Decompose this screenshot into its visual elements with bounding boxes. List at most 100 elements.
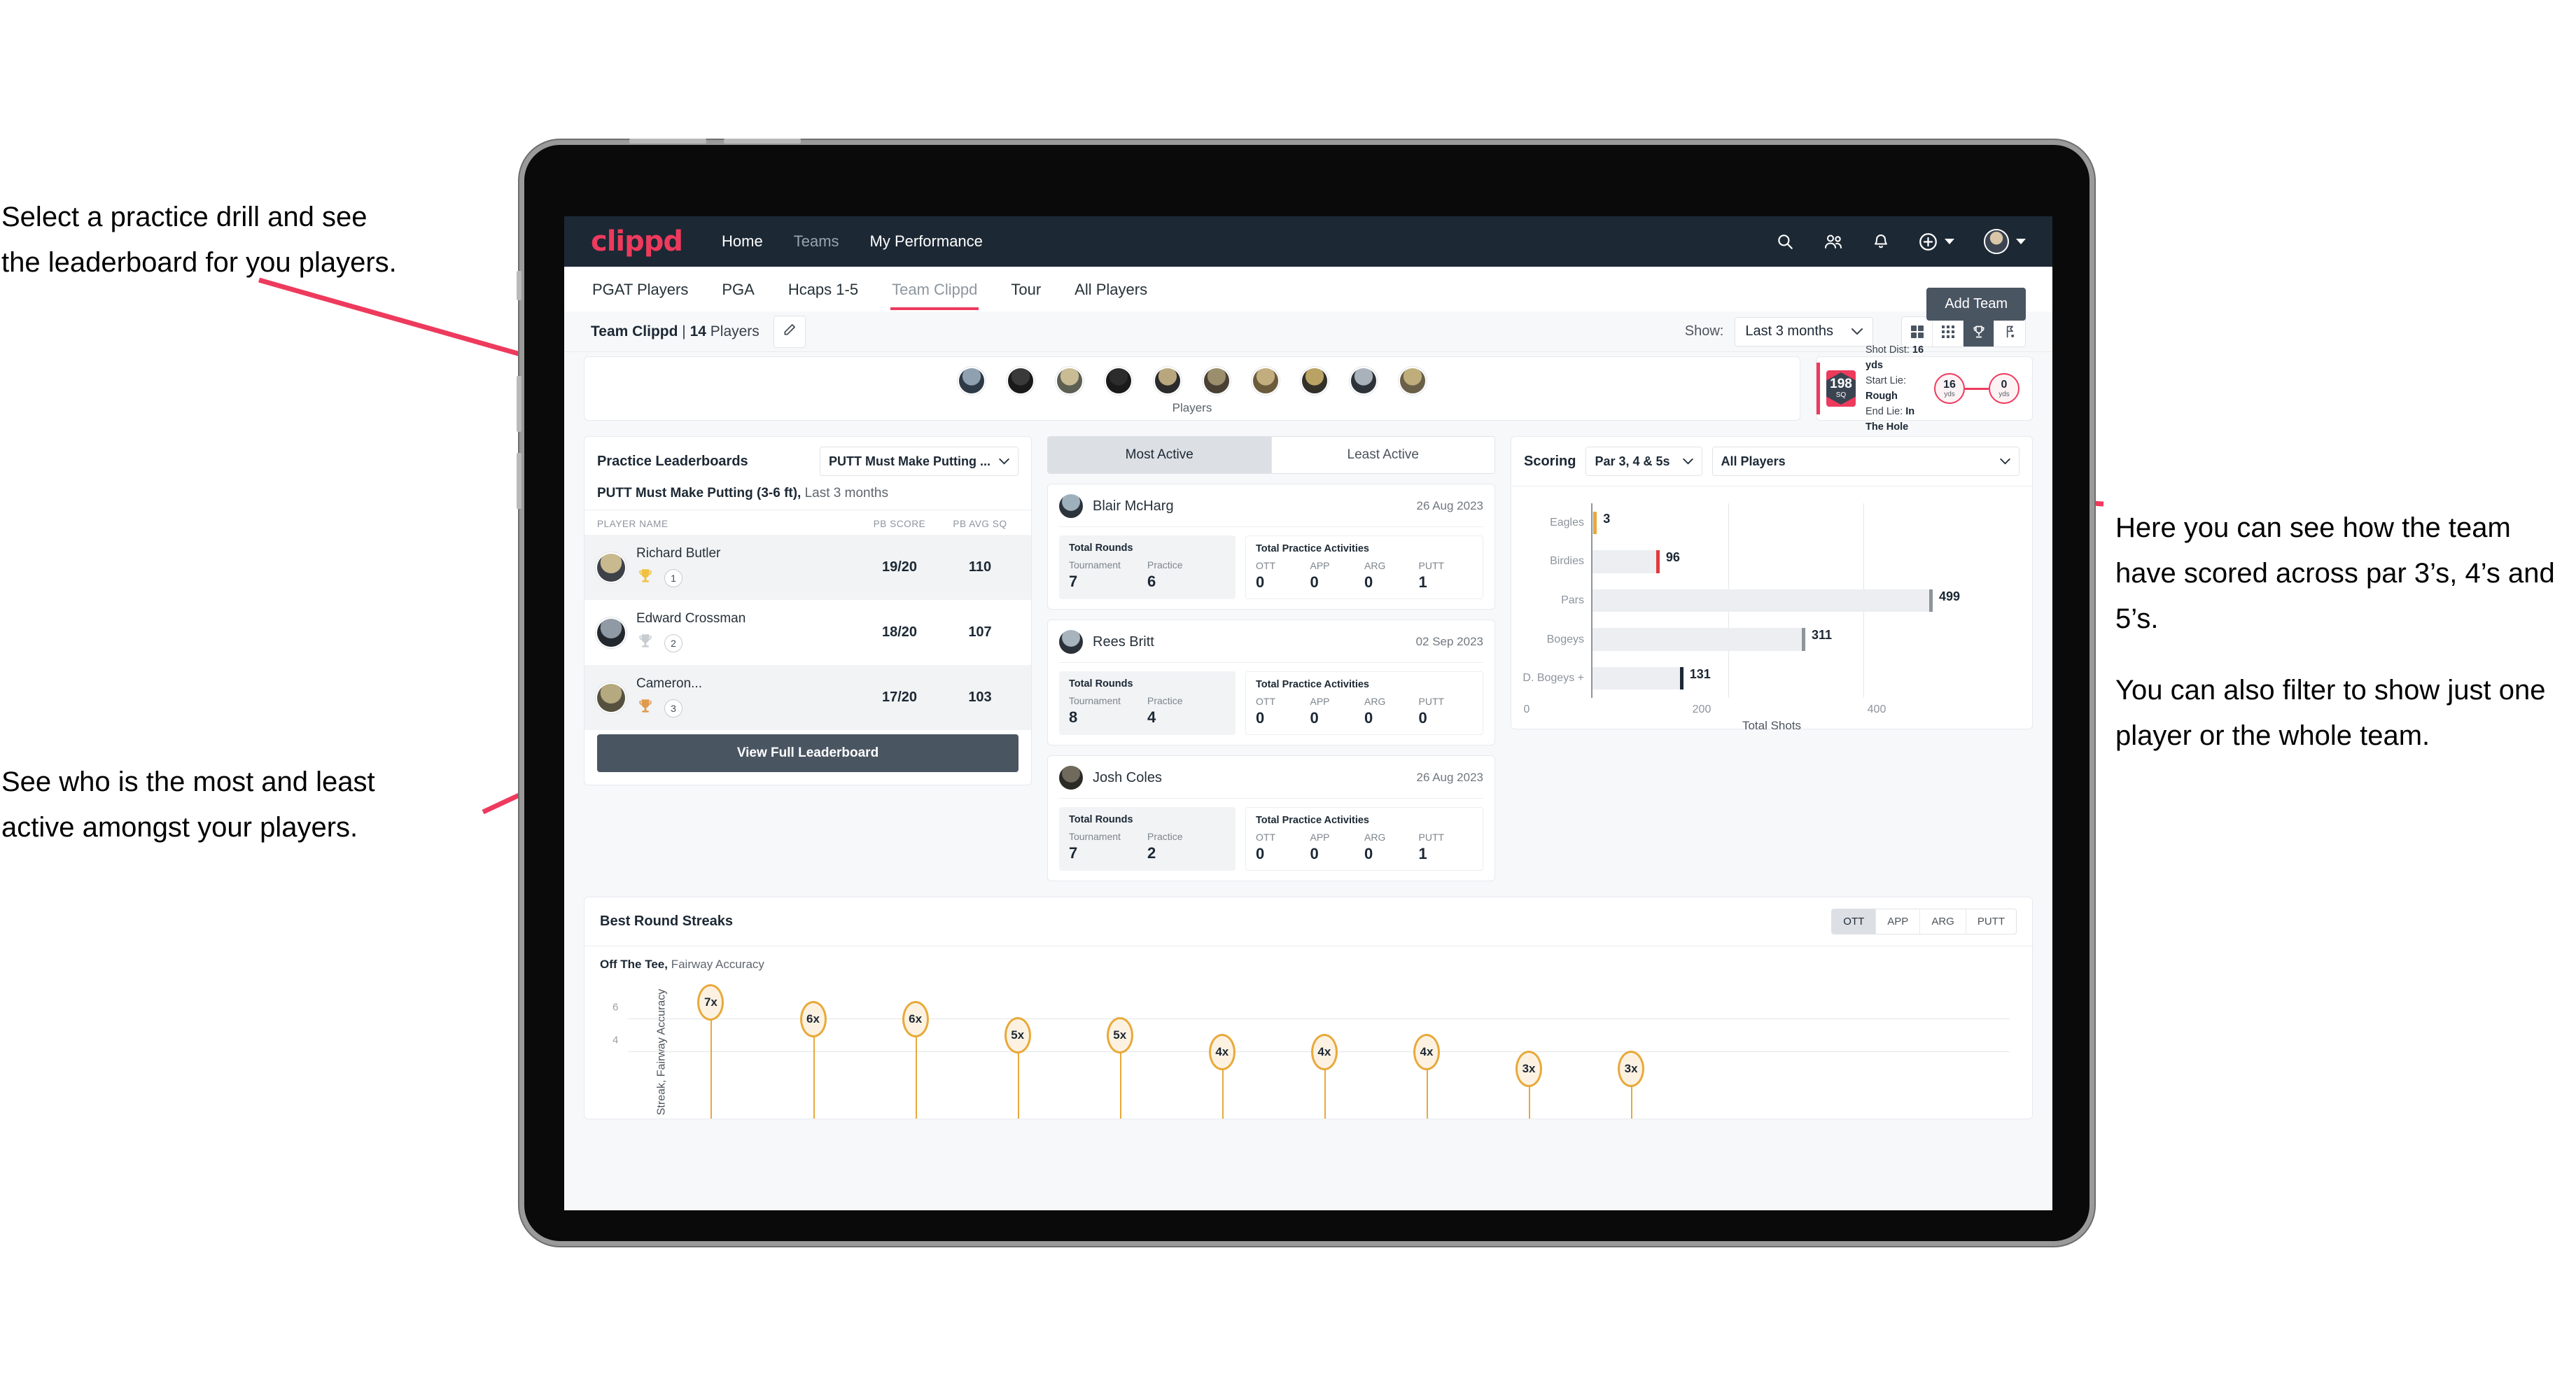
trophy-icon xyxy=(636,697,654,719)
leaderboard-row[interactable]: Edward Crossman 2 18/20 107 xyxy=(584,600,1031,665)
chevron-down-icon xyxy=(1945,239,1954,244)
leaderboard-row[interactable]: Richard Butler 1 19/20 110 xyxy=(584,535,1031,600)
par-filter-select[interactable]: Par 3, 4 & 5s xyxy=(1586,447,1702,476)
streaks-tab-putt[interactable]: PUTT xyxy=(1966,909,2016,934)
avatar[interactable] xyxy=(1984,229,2026,254)
bar-row: Pars 499 xyxy=(1561,581,1972,620)
activity-card[interactable]: Blair McHarg 26 Aug 2023 Total Rounds Tourn… xyxy=(1047,484,1495,610)
streaks-tab-ott[interactable]: OTT xyxy=(1832,909,1877,934)
tab-tour[interactable]: Tour xyxy=(1009,268,1042,310)
leaderboard-header: Practice Leaderboards PUTT Must Make Put… xyxy=(584,437,1031,486)
activity-date: 26 Aug 2023 xyxy=(1416,499,1483,512)
add-team-button[interactable]: Add Team xyxy=(1926,288,2026,321)
player-filter-value: All Players xyxy=(1721,454,1786,468)
leaderboard-player-cell: Richard Butler 1 xyxy=(636,546,858,589)
streak-marker[interactable]: 6x xyxy=(799,1000,827,1037)
practice-value-app: 0 xyxy=(1310,709,1319,727)
player-badges: 3 xyxy=(636,697,858,719)
column-pb-score: PB SCORE xyxy=(873,519,926,529)
view-full-leaderboard-button[interactable]: View Full Leaderboard xyxy=(597,734,1018,772)
player-avatar[interactable] xyxy=(1350,366,1378,395)
player-avatar[interactable] xyxy=(1203,366,1231,395)
player-avatar[interactable] xyxy=(1056,366,1084,395)
activity-card[interactable]: Rees Britt 02 Sep 2023 Total Rounds Tournam… xyxy=(1047,620,1495,746)
practice-value-putt: 1 xyxy=(1418,573,1427,591)
pb-avg-sq-value: 103 xyxy=(968,690,992,705)
tab-pgat-players[interactable]: PGAT Players xyxy=(591,268,690,310)
nav-link-my-performance[interactable]: My Performance xyxy=(870,232,983,251)
trophy-icon xyxy=(636,567,654,589)
bar-value-label: 131 xyxy=(1689,667,1711,682)
date-range-value: Last 3 months xyxy=(1745,323,1833,339)
show-filter-group: Show: Last 3 months xyxy=(1685,316,2026,347)
bar-row: Eagles 3 xyxy=(1550,503,1972,542)
nav-link-teams[interactable]: Teams xyxy=(794,232,839,251)
total-rounds-box: Total Rounds Tournament 7 Practice 6 xyxy=(1059,536,1236,599)
bar: 311 xyxy=(1592,628,1832,651)
rounds-value-tournament: 7 xyxy=(1069,844,1078,862)
clippd-logo[interactable]: clippd xyxy=(591,225,683,258)
streak-marker[interactable]: 4x xyxy=(1208,1034,1236,1070)
tab-team-clippd[interactable]: Team Clippd xyxy=(890,268,979,310)
view-mode-trophy[interactable] xyxy=(1963,316,1994,346)
tab-least-active[interactable]: Least Active xyxy=(1272,437,1495,473)
player-avatar[interactable] xyxy=(958,366,986,395)
nav-link-home[interactable]: Home xyxy=(722,232,763,251)
nav-icon-group xyxy=(1776,229,2026,254)
end-distance-marker: 0 yds xyxy=(1989,373,2019,404)
scoring-plot-area: Eagles 3 Birdies 96 Pars 499 Bogeys 311 D. Bogey… xyxy=(1522,503,1972,698)
plus-circle-icon[interactable] xyxy=(1919,232,1954,251)
bell-icon[interactable] xyxy=(1872,232,1889,251)
streak-marker[interactable]: 7x xyxy=(697,983,724,1021)
streak-marker[interactable]: 4x xyxy=(1413,1034,1440,1070)
tab-all-players[interactable]: All Players xyxy=(1073,268,1149,310)
player-avatar[interactable] xyxy=(1007,366,1035,395)
player-filter-select[interactable]: All Players xyxy=(1712,447,2019,476)
sq-value: 198 xyxy=(1830,377,1852,391)
tab-hcaps-1-5[interactable]: Hcaps 1-5 xyxy=(787,268,860,310)
tablet-device-frame: clippd Home Teams My Performance PGAT Pl… xyxy=(517,139,2094,1246)
search-icon[interactable] xyxy=(1776,232,1794,251)
activity-card[interactable]: Josh Coles 26 Aug 2023 Total Rounds Tournam… xyxy=(1047,755,1495,881)
leaderboard-drill-name: PUTT Must Make Putting (3-6 ft), xyxy=(597,486,802,500)
column-player-name: PLAYER NAME xyxy=(597,519,668,529)
tab-most-active[interactable]: Most Active xyxy=(1048,437,1272,473)
leaderboard-title: Practice Leaderboards xyxy=(597,453,748,469)
tab-pga[interactable]: PGA xyxy=(720,268,755,310)
practice-value-arg: 0 xyxy=(1364,709,1373,727)
player-avatar[interactable] xyxy=(1154,366,1182,395)
people-icon[interactable] xyxy=(1823,232,1843,251)
pencil-icon xyxy=(783,323,797,340)
rounds-value-practice: 2 xyxy=(1147,844,1156,862)
leaderboard-player-cell: Edward Crossman 2 xyxy=(636,611,858,654)
date-range-select[interactable]: Last 3 months xyxy=(1735,316,1873,346)
activity-card-header: Blair McHarg 26 Aug 2023 xyxy=(1059,494,1483,527)
total-rounds-title: Total Rounds xyxy=(1069,542,1133,554)
leaderboard-rows: Richard Butler 1 19/20 110 Edward Crossman 2 1… xyxy=(584,535,1031,730)
column-pb-avg-sq: PB AVG SQ xyxy=(953,519,1007,529)
team-name-label: Team Clippd | 14 Players xyxy=(591,323,760,340)
streaks-tab-app[interactable]: APP xyxy=(1876,909,1921,934)
activity-card-list: Blair McHarg 26 Aug 2023 Total Rounds Tourn… xyxy=(1047,484,1495,881)
streak-marker[interactable]: 3x xyxy=(1516,1050,1543,1087)
player-avatar[interactable] xyxy=(1252,366,1280,395)
player-avatar[interactable] xyxy=(1399,366,1427,395)
leaderboard-row[interactable]: Cameron... 3 17/20 103 xyxy=(584,665,1031,730)
player-avatar xyxy=(597,553,625,582)
total-rounds-title: Total Rounds xyxy=(1069,814,1133,825)
edit-team-button[interactable] xyxy=(773,315,806,348)
featured-shot-card[interactable]: 198 SQ Shot Dist: 16 yds Start Lie: Roug… xyxy=(1816,344,2033,433)
streak-marker[interactable]: 4x xyxy=(1310,1034,1338,1070)
view-mode-grid-9[interactable] xyxy=(1933,316,1963,346)
player-avatar[interactable] xyxy=(1105,366,1133,395)
streak-marker[interactable]: 3x xyxy=(1618,1050,1645,1087)
streaks-tab-arg[interactable]: ARG xyxy=(1920,909,1966,934)
app-navbar: clippd Home Teams My Performance xyxy=(564,216,2052,267)
player-avatar[interactable] xyxy=(1301,366,1329,395)
streak-marker[interactable]: 5x xyxy=(1004,1017,1031,1054)
view-mode-golf-flag[interactable] xyxy=(1994,317,2025,346)
streak-marker[interactable]: 6x xyxy=(902,1000,929,1037)
streak-marker[interactable]: 5x xyxy=(1106,1017,1133,1054)
annotation-right: Here you can see how the team have score… xyxy=(2115,505,2570,759)
drill-select[interactable]: PUTT Must Make Putting ... xyxy=(819,447,1018,476)
